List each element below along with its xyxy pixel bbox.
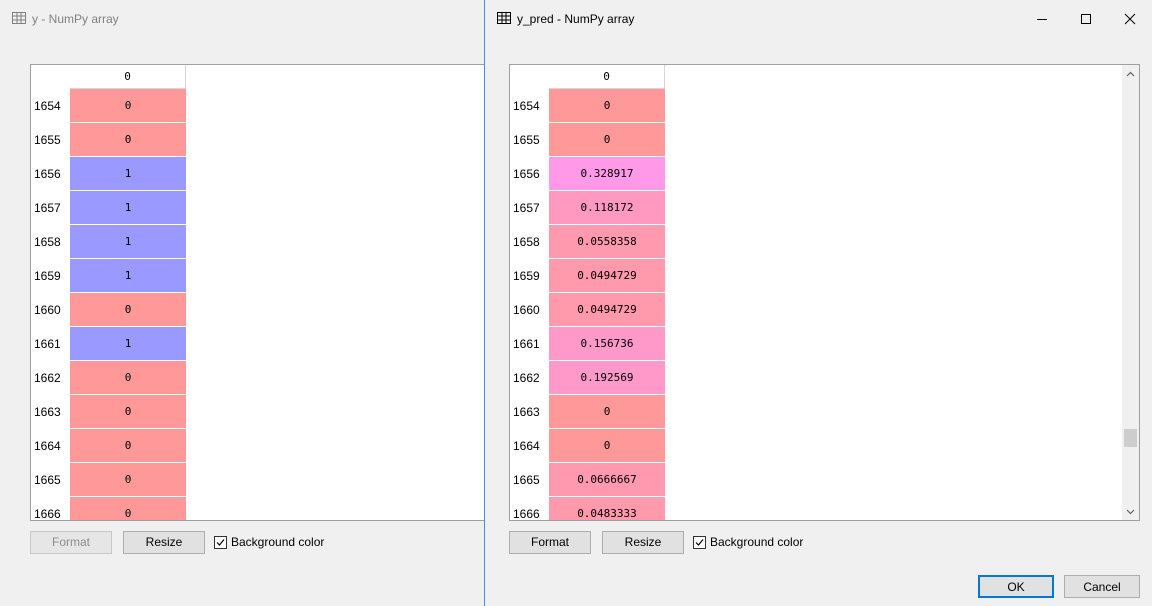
array-cell[interactable]: 1 — [70, 225, 186, 259]
array-cell[interactable]: 0.0494729 — [549, 259, 665, 293]
format-button[interactable]: Format — [30, 530, 112, 554]
array-cell[interactable]: 0 — [549, 123, 665, 157]
format-button[interactable]: Format — [509, 530, 591, 554]
minimize-button[interactable] — [1020, 0, 1064, 38]
array-cell[interactable]: 0 — [70, 497, 186, 520]
row-index: 1664 — [34, 439, 61, 453]
array-cell[interactable]: 1 — [70, 157, 186, 191]
row-index: 1658 — [34, 235, 61, 249]
checkmark-icon — [216, 538, 225, 546]
row-index: 1660 — [513, 303, 540, 317]
array-cell[interactable]: 0 — [70, 123, 186, 157]
maximize-icon — [1081, 14, 1091, 24]
row-index: 1661 — [513, 337, 540, 351]
row-index: 1661 — [34, 337, 61, 351]
scroll-up-button[interactable] — [1122, 65, 1139, 82]
window-title: y_pred - NumPy array — [517, 12, 635, 26]
array-cell[interactable]: 0 — [549, 89, 665, 123]
row-index: 1654 — [34, 99, 61, 113]
chevron-up-icon — [1126, 71, 1135, 76]
scroll-thumb[interactable] — [1124, 428, 1137, 447]
minimize-icon — [1037, 19, 1047, 20]
background-color-toggle[interactable]: Background color — [693, 535, 803, 549]
row-index: 1666 — [34, 507, 61, 521]
table-icon — [12, 12, 26, 24]
row-index: 1654 — [513, 99, 540, 113]
chevron-down-icon — [1126, 509, 1135, 514]
scroll-down-button[interactable] — [1122, 503, 1139, 520]
array-cell[interactable]: 0.328917 — [549, 157, 665, 191]
row-index: 1657 — [513, 201, 540, 215]
array-cell[interactable]: 0 — [70, 463, 186, 497]
maximize-button[interactable] — [1064, 0, 1108, 38]
row-index: 1656 — [513, 167, 540, 181]
array-cell[interactable]: 1 — [70, 259, 186, 293]
array-cell[interactable]: 0.0494729 — [549, 293, 665, 327]
cancel-button[interactable]: Cancel — [1064, 575, 1140, 598]
row-index: 1662 — [34, 371, 61, 385]
background-color-toggle[interactable]: Background color — [214, 535, 324, 549]
row-index: 1656 — [34, 167, 61, 181]
resize-button[interactable]: Resize — [123, 530, 205, 554]
row-index: 1663 — [34, 405, 61, 419]
resize-button[interactable]: Resize — [602, 530, 684, 554]
array-cell[interactable]: 0.0666667 — [549, 463, 665, 497]
array-cell[interactable]: 0.192569 — [549, 361, 665, 395]
ok-button[interactable]: OK — [978, 575, 1054, 598]
close-button[interactable] — [1108, 0, 1152, 38]
y-array-window: y - NumPy array 0 1654 0 1655 0 1656 1 1657 1 16… — [0, 0, 484, 606]
row-index: 1662 — [513, 371, 540, 385]
close-icon — [1124, 13, 1136, 25]
title-bar[interactable]: y - NumPy array — [0, 0, 484, 38]
array-cell[interactable]: 0 — [549, 395, 665, 429]
row-index: 1660 — [34, 303, 61, 317]
column-header[interactable]: 0 — [549, 65, 665, 89]
column-header[interactable]: 0 — [70, 65, 186, 89]
row-index: 1658 — [513, 235, 540, 249]
array-cell[interactable]: 0.156736 — [549, 327, 665, 361]
background-color-checkbox[interactable] — [693, 535, 706, 549]
row-index: 1659 — [34, 269, 61, 283]
array-cell[interactable]: 0.0558358 — [549, 225, 665, 259]
array-cell[interactable]: 1 — [70, 191, 186, 225]
row-index: 1655 — [34, 133, 61, 147]
footer-controls: Format Resize Background color — [509, 530, 803, 554]
row-index: 1665 — [34, 473, 61, 487]
array-cell[interactable]: 0 — [70, 429, 186, 463]
row-index: 1655 — [513, 133, 540, 147]
array-cell[interactable]: 0 — [70, 293, 186, 327]
array-cell[interactable]: 0 — [70, 89, 186, 123]
vertical-scrollbar[interactable] — [1122, 65, 1139, 520]
row-index: 1665 — [513, 473, 540, 487]
array-cell[interactable]: 0.118172 — [549, 191, 665, 225]
array-grid[interactable]: 0 1654 0 1655 0 1656 0.328917 1657 0.118172 1658… — [509, 64, 1140, 521]
row-index: 1664 — [513, 439, 540, 453]
array-cell[interactable]: 0 — [70, 361, 186, 395]
row-index: 1657 — [34, 201, 61, 215]
window-title: y - NumPy array — [32, 12, 119, 26]
background-color-checkbox[interactable] — [214, 535, 227, 549]
background-color-label: Background color — [231, 535, 325, 549]
array-cell[interactable]: 0 — [70, 395, 186, 429]
row-index: 1659 — [513, 269, 540, 283]
table-icon — [497, 12, 511, 24]
footer-controls: Format Resize Background color — [30, 530, 324, 554]
array-cell[interactable]: 0.0483333 — [549, 497, 665, 520]
y-pred-array-window: y_pred - NumPy array 0 1654 0 1655 0 1656 0.3… — [484, 0, 1152, 606]
row-index: 1663 — [513, 405, 540, 419]
background-color-label: Background color — [710, 535, 804, 549]
title-bar[interactable]: y_pred - NumPy array — [485, 0, 1152, 38]
checkmark-icon — [695, 538, 704, 546]
array-cell[interactable]: 0 — [549, 429, 665, 463]
dialog-buttons: OK Cancel — [978, 575, 1152, 598]
array-cell[interactable]: 1 — [70, 327, 186, 361]
row-index: 1666 — [513, 507, 540, 521]
array-grid[interactable]: 0 1654 0 1655 0 1656 1 1657 1 1658 1 1659 1 1660 0 166… — [30, 64, 484, 521]
window-controls — [1020, 0, 1152, 38]
